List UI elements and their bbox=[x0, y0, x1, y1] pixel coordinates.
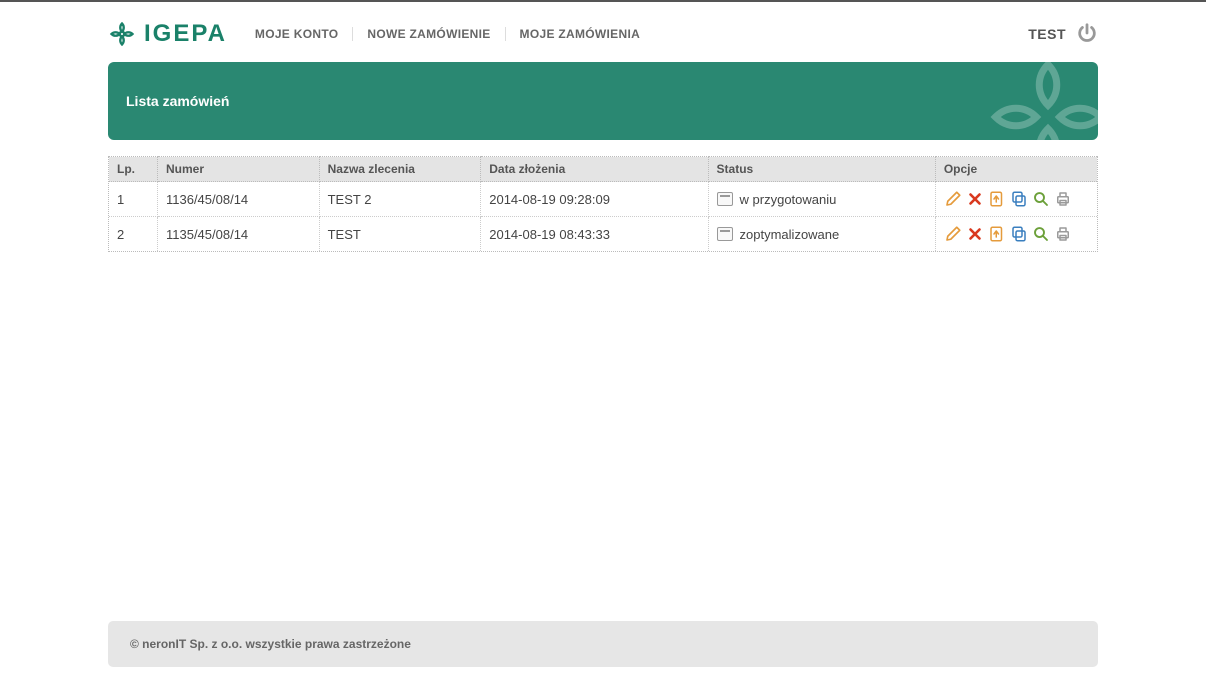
cell-nazwa: TEST 2 bbox=[319, 182, 481, 217]
logo[interactable]: IGEPA bbox=[108, 20, 227, 48]
cell-numer: 1135/45/08/14 bbox=[157, 217, 319, 252]
page-title: Lista zamówień bbox=[126, 93, 229, 109]
status-text: w przygotowaniu bbox=[740, 192, 837, 207]
orders-table-wrap: Lp. Numer Nazwa zlecenia Data złożenia S… bbox=[108, 156, 1098, 252]
zoom-icon[interactable] bbox=[1032, 225, 1050, 243]
cell-lp: 1 bbox=[109, 182, 157, 217]
banner-decoration-icon bbox=[978, 62, 1098, 140]
delete-icon[interactable] bbox=[966, 225, 984, 243]
footer-text: © neronIT Sp. z o.o. wszystkie prawa zas… bbox=[130, 637, 411, 651]
cell-status: zoptymalizowane bbox=[708, 217, 935, 252]
print-icon[interactable] bbox=[1054, 225, 1072, 243]
row-options bbox=[944, 225, 1089, 243]
copy-icon[interactable] bbox=[1010, 190, 1028, 208]
th-numer: Numer bbox=[157, 157, 319, 182]
th-status: Status bbox=[708, 157, 935, 182]
power-icon[interactable] bbox=[1076, 22, 1098, 47]
cell-nazwa: TEST bbox=[319, 217, 481, 252]
th-opcje: Opcje bbox=[935, 157, 1097, 182]
nav-moje-zamowienia[interactable]: MOJE ZAMÓWIENIA bbox=[506, 27, 655, 41]
delete-icon[interactable] bbox=[966, 190, 984, 208]
nav-nowe-zamowienie[interactable]: NOWE ZAMÓWIENIE bbox=[353, 27, 505, 41]
cell-numer: 1136/45/08/14 bbox=[157, 182, 319, 217]
status-text: zoptymalizowane bbox=[740, 227, 840, 242]
th-data: Data złożenia bbox=[481, 157, 708, 182]
calendar-icon bbox=[717, 227, 733, 241]
cell-opcje bbox=[935, 217, 1097, 252]
logo-text: IGEPA bbox=[144, 20, 227, 48]
cell-lp: 2 bbox=[109, 217, 157, 252]
copy-icon[interactable] bbox=[1010, 225, 1028, 243]
export-icon[interactable] bbox=[988, 225, 1006, 243]
zoom-icon[interactable] bbox=[1032, 190, 1050, 208]
edit-icon[interactable] bbox=[944, 190, 962, 208]
user-label: TEST bbox=[1028, 26, 1066, 42]
edit-icon[interactable] bbox=[944, 225, 962, 243]
table-row: 2 1135/45/08/14 TEST 2014-08-19 08:43:33… bbox=[109, 217, 1097, 252]
export-icon[interactable] bbox=[988, 190, 1006, 208]
logo-icon bbox=[108, 20, 136, 48]
cell-data: 2014-08-19 08:43:33 bbox=[481, 217, 708, 252]
cell-status: w przygotowaniu bbox=[708, 182, 935, 217]
footer: © neronIT Sp. z o.o. wszystkie prawa zas… bbox=[108, 621, 1098, 667]
th-nazwa: Nazwa zlecenia bbox=[319, 157, 481, 182]
page-banner: Lista zamówień bbox=[108, 62, 1098, 140]
table-row: 1 1136/45/08/14 TEST 2 2014-08-19 09:28:… bbox=[109, 182, 1097, 217]
calendar-icon bbox=[717, 192, 733, 206]
row-options bbox=[944, 190, 1089, 208]
print-icon[interactable] bbox=[1054, 190, 1072, 208]
orders-table: Lp. Numer Nazwa zlecenia Data złożenia S… bbox=[109, 156, 1097, 251]
main-nav: MOJE KONTO NOWE ZAMÓWIENIE MOJE ZAMÓWIEN… bbox=[255, 27, 654, 41]
cell-data: 2014-08-19 09:28:09 bbox=[481, 182, 708, 217]
nav-moje-konto[interactable]: MOJE KONTO bbox=[255, 27, 353, 41]
header: IGEPA MOJE KONTO NOWE ZAMÓWIENIE MOJE ZA… bbox=[108, 2, 1098, 62]
th-lp: Lp. bbox=[109, 157, 157, 182]
user-area: TEST bbox=[1028, 22, 1098, 47]
cell-opcje bbox=[935, 182, 1097, 217]
